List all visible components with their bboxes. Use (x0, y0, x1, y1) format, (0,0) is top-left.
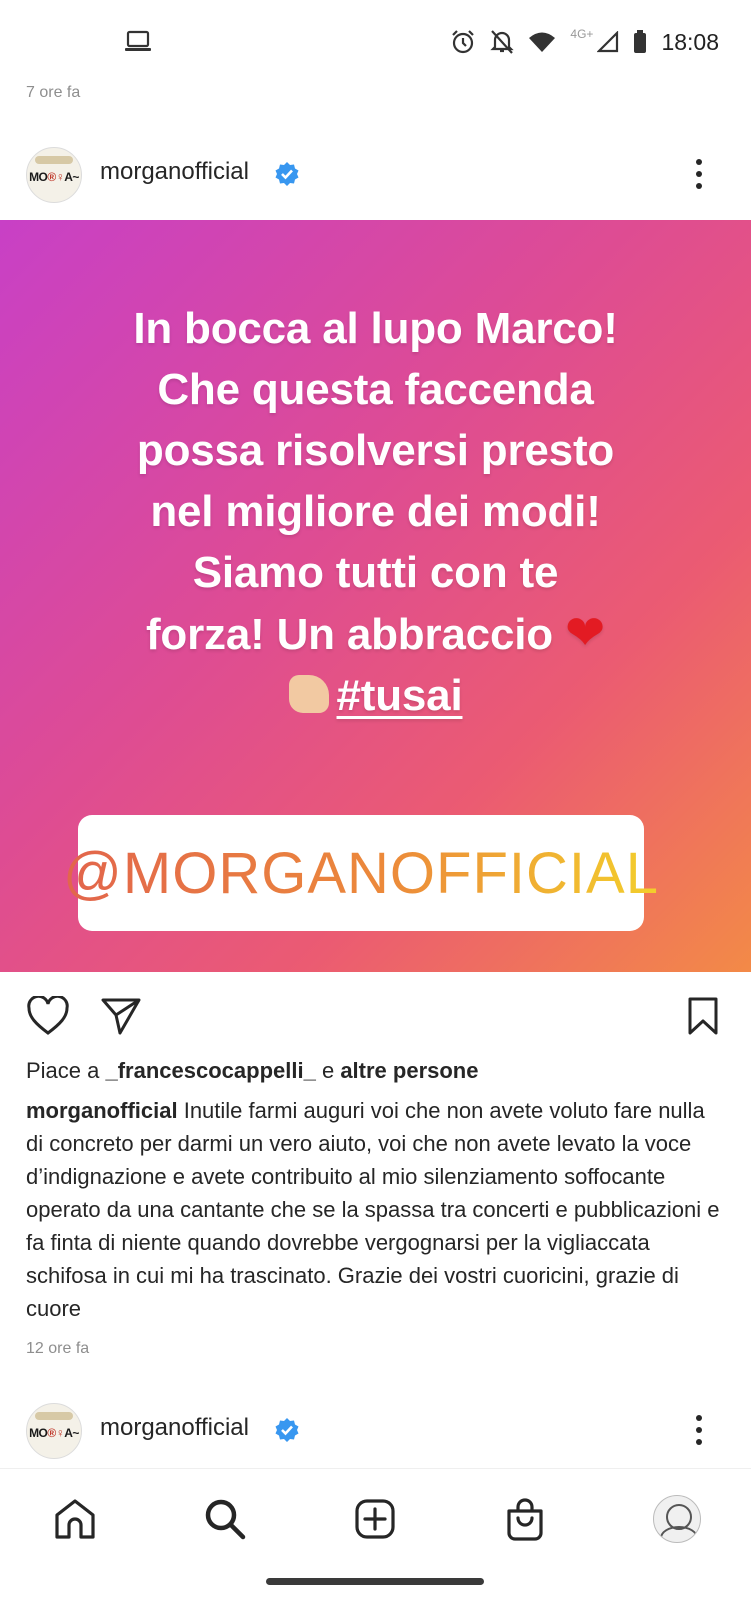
more-options-icon[interactable] (687, 154, 711, 194)
clock: 18:08 (661, 28, 719, 55)
like-heart-icon[interactable] (26, 996, 70, 1036)
heart-emoji: ❤ (564, 607, 605, 660)
alarm-icon (452, 30, 475, 54)
mention-text: @MORGANOFFICIAL (63, 840, 659, 906)
flexed-biceps-emoji (288, 675, 329, 714)
profile-icon (653, 1495, 701, 1543)
gesture-bar[interactable] (266, 1578, 484, 1585)
avatar[interactable]: MO®♀A~ (26, 1403, 82, 1459)
search-icon (205, 1499, 246, 1540)
save-bookmark-icon[interactable] (686, 996, 720, 1036)
avatar[interactable]: MO®♀A~ (26, 147, 82, 203)
mention-sticker[interactable]: @MORGANOFFICIAL (63, 815, 658, 931)
next-post-header: MO®♀A~ morganofficial (0, 1400, 751, 1460)
caption-text: Inutile farmi auguri voi che non avete v… (26, 1098, 720, 1321)
story-line: possa risolversi presto (136, 426, 615, 475)
share-send-icon[interactable] (100, 996, 142, 1036)
verified-badge-icon (275, 1418, 299, 1442)
next-post-username[interactable]: morganofficial (100, 1414, 249, 1442)
more-options-icon[interactable] (687, 1410, 711, 1450)
other-likers-link[interactable]: altre persone (340, 1058, 478, 1083)
post-header: MO®♀A~ morganofficial (0, 144, 751, 204)
post-time: 12 ore fa (26, 1340, 90, 1357)
wifi-icon (529, 32, 556, 52)
post-username[interactable]: morganofficial (100, 158, 249, 186)
story-text: In bocca al lupo Marco! Che questa facce… (0, 298, 751, 726)
nav-search[interactable] (201, 1495, 249, 1543)
home-icon (55, 1499, 95, 1539)
post-actions (0, 988, 751, 1044)
notifications-off-icon (490, 30, 515, 54)
nav-shop[interactable] (501, 1495, 549, 1543)
post-caption: morganofficial Inutile farmi auguri voi … (26, 1094, 726, 1325)
story-line: nel migliore dei modi! (150, 487, 601, 536)
story-line: Che questa faccenda (157, 365, 594, 414)
status-bar: 4G+ 18:08 (0, 0, 751, 84)
nav-profile[interactable] (653, 1495, 701, 1543)
battery-icon (634, 30, 647, 53)
story-line: Siamo tutti con te (192, 548, 559, 597)
liker-username[interactable]: _francescocappelli_ (106, 1058, 316, 1083)
story-line: In bocca al lupo Marco! (133, 304, 618, 353)
laptop-icon (125, 30, 151, 51)
bottom-navigation (0, 1468, 751, 1569)
nav-create[interactable] (351, 1495, 399, 1543)
story-line-hashtag: #tusai (0, 665, 751, 726)
network-type: 4G+ (570, 27, 594, 41)
post-image[interactable]: In bocca al lupo Marco! Che questa facce… (0, 220, 751, 972)
story-line-with-heart: forza! Un abbraccio ❤ (145, 607, 605, 660)
previous-post-time: 7 ore fa (26, 84, 81, 101)
caption-username[interactable]: morganofficial (26, 1098, 178, 1123)
likes-line: Piace a _francescocappelli_ e altre pers… (26, 1058, 479, 1083)
nav-home[interactable] (51, 1495, 99, 1543)
verified-badge-icon (275, 162, 299, 186)
signal-icon (597, 31, 619, 53)
create-icon (355, 1499, 395, 1539)
hashtag[interactable]: #tusai (337, 671, 463, 720)
shop-icon (507, 1498, 543, 1541)
